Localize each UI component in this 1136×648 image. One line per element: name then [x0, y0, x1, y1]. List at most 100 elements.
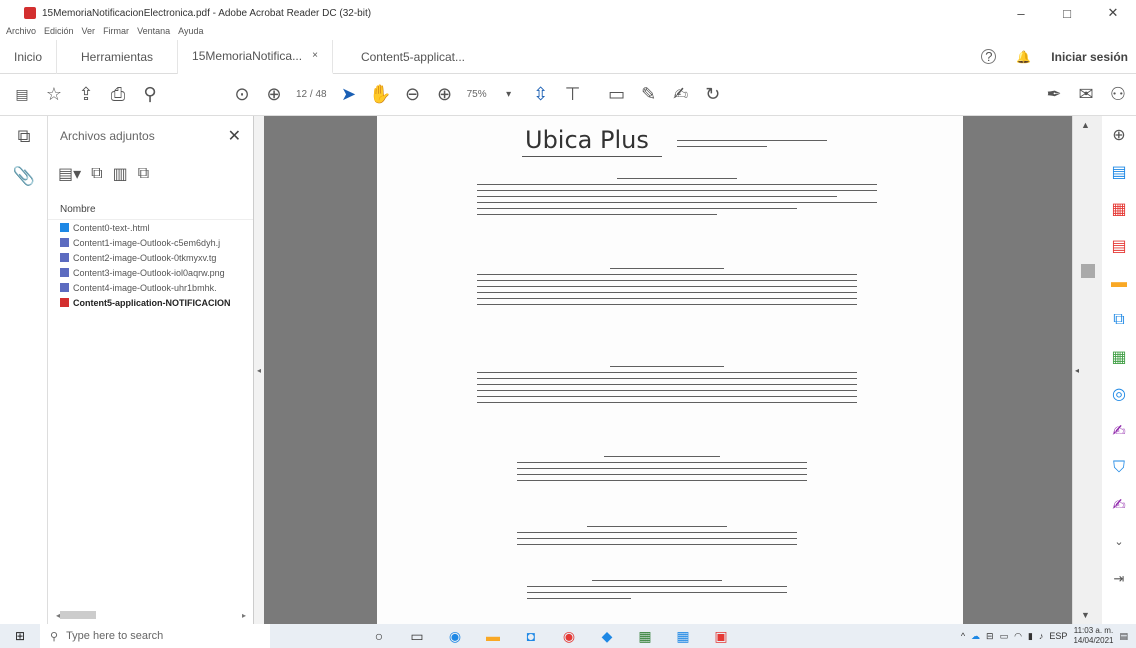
upload-cloud-icon[interactable]: ⇪ [70, 79, 102, 111]
onedrive-icon[interactable]: ☁ [971, 631, 980, 642]
windows-start-icon[interactable]: ⊞ [0, 629, 40, 643]
tab-tools[interactable]: Herramientas [57, 39, 179, 74]
fit-page-icon[interactable]: ⇳ [525, 79, 557, 111]
menu-archivo[interactable]: Archivo [6, 26, 36, 40]
app-shield-icon[interactable]: ◉ [550, 624, 588, 648]
pen-icon[interactable]: ✎ [633, 79, 665, 111]
expand-right-panel-icon[interactable]: ◂ [1075, 366, 1079, 375]
fill-sign-icon[interactable]: ✍ [1102, 412, 1136, 449]
page-down-icon[interactable]: ⊕ [258, 79, 290, 111]
panel-horizontal-scrollbar[interactable]: ◂ ▸ [56, 610, 246, 620]
select-cursor-icon[interactable]: ➤ [333, 79, 365, 111]
cortana-icon[interactable]: ○ [360, 624, 398, 648]
organize-pages-icon[interactable]: ▦ [1102, 190, 1136, 227]
zoom-in-icon[interactable]: ⊕ [429, 79, 461, 111]
request-signature-icon[interactable]: ✍ [1102, 486, 1136, 523]
task-view-icon[interactable]: ▭ [398, 624, 436, 648]
attachment-item[interactable]: Content2-image-Outlook-0tkmyxv.tg [48, 250, 253, 265]
tab-content5-label: Content5-applicat... [360, 49, 465, 64]
menu-firmar[interactable]: Firmar [103, 26, 129, 40]
excel-icon[interactable]: ▦ [626, 624, 664, 648]
more-tools-chevron-icon[interactable]: ⌄ [1102, 523, 1136, 560]
zoom-level[interactable]: 75% [461, 89, 493, 100]
email-icon[interactable]: ✉ [1070, 79, 1102, 111]
tray-volume-icon[interactable]: ♪ [1039, 631, 1044, 641]
page-thumbnails-icon[interactable]: ⧉ [0, 116, 48, 156]
edge-icon[interactable]: ◉ [436, 624, 474, 648]
attachment-item[interactable]: Content4-image-Outlook-uhr1bmhk. [48, 280, 253, 295]
page-up-icon[interactable]: ⊙ [226, 79, 258, 111]
menu-edicion[interactable]: Edición [44, 26, 74, 40]
protect-icon[interactable]: ⛉ [1102, 449, 1136, 486]
file-explorer-icon[interactable]: ▬ [474, 624, 512, 648]
keyboard-language[interactable]: ESP [1049, 631, 1067, 641]
vertical-scroll-thumb[interactable] [1081, 264, 1095, 278]
close-tab-icon[interactable]: × [312, 50, 318, 61]
tab-content5[interactable]: Content5-applicat... [333, 40, 493, 74]
compress-pdf-icon[interactable]: ▦ [1102, 338, 1136, 375]
add-attachment-icon[interactable]: ⧉ [138, 165, 149, 183]
tray-battery-icon[interactable]: ▮ [1028, 631, 1033, 642]
zoom-search-icon[interactable]: ⊕ [1102, 116, 1136, 153]
export-pdf-icon[interactable]: ▤ [1102, 153, 1136, 190]
app-blue-icon[interactable]: ◆ [588, 624, 626, 648]
attachment-item[interactable]: Content1-image-Outlook-c5em6dyh.j [48, 235, 253, 250]
bookmark-star-icon[interactable]: ☆ [38, 79, 70, 111]
store-icon[interactable]: ◘ [512, 624, 550, 648]
attachment-item[interactable]: Content5-application-NOTIFICACION [48, 295, 253, 310]
close-panel-icon[interactable]: ✕ [228, 126, 241, 146]
word-icon[interactable]: ▦ [664, 624, 702, 648]
signin-button[interactable]: Iniciar sesión [1051, 50, 1128, 64]
scroll-mode-icon[interactable]: ⊤ [557, 79, 589, 111]
maximize-button[interactable]: □ [1044, 0, 1090, 26]
search-icon[interactable]: ⚲ [134, 79, 166, 111]
notifications-icon[interactable]: ▤ [1119, 631, 1128, 642]
tab-document-active[interactable]: 15MemoriaNotifica... × [178, 39, 333, 74]
comment-tool-icon[interactable]: ▬ [1102, 264, 1136, 301]
close-window-button[interactable]: ✕ [1090, 0, 1136, 26]
minimize-button[interactable]: – [998, 0, 1044, 26]
document-viewer[interactable]: Ubica Plus [264, 116, 1072, 624]
tray-network-icon[interactable]: ⊟ [986, 631, 994, 642]
scroll-thumb[interactable] [60, 611, 97, 619]
zoom-out-icon[interactable]: ⊖ [397, 79, 429, 111]
scroll-right-icon[interactable]: ▸ [242, 611, 246, 620]
attachments-paperclip-icon[interactable]: 📎 [0, 156, 48, 196]
combine-files-icon[interactable]: ⧉ [1102, 301, 1136, 338]
acrobat-taskbar-icon[interactable]: ▣ [702, 624, 740, 648]
scan-icon[interactable]: ◎ [1102, 375, 1136, 412]
create-pdf-tool-icon[interactable]: ▤ [1102, 227, 1136, 264]
name-column-header[interactable]: Nombre [48, 204, 253, 220]
taskbar-clock[interactable]: 11:03 a. m. 14/04/2021 [1073, 626, 1113, 646]
panel-collapse-handle[interactable]: ◂ [254, 116, 264, 624]
bell-icon[interactable]: 🔔 [1016, 50, 1031, 64]
hand-tool-icon[interactable]: ✋ [365, 79, 397, 111]
help-icon[interactable]: ? [981, 49, 997, 64]
collapse-rail-icon[interactable]: ⇥ [1102, 560, 1136, 597]
scroll-down-icon[interactable]: ▼ [1081, 610, 1090, 620]
user-share-icon[interactable]: ⚇ [1102, 79, 1134, 111]
create-pdf-icon[interactable]: ▤ [6, 79, 38, 111]
edit-sign-icon[interactable]: ✒ [1038, 79, 1070, 111]
scroll-up-icon[interactable]: ▲ [1081, 120, 1090, 130]
taskbar-search-box[interactable]: ⚲ Type here to search [40, 624, 270, 648]
tray-wifi-icon[interactable]: ◠ [1014, 631, 1022, 642]
menu-ayuda[interactable]: Ayuda [178, 26, 203, 40]
tab-home[interactable]: Inicio [0, 39, 58, 74]
tray-display-icon[interactable]: ▭ [1000, 631, 1009, 642]
zoom-dropdown-icon[interactable]: ▾ [493, 79, 525, 111]
tray-expand-icon[interactable]: ^ [961, 631, 965, 641]
comment-icon[interactable]: ▭ [601, 79, 633, 111]
save-attachment-icon[interactable]: ▥ [113, 164, 128, 184]
attachment-item[interactable]: Content3-image-Outlook-iol0aqrw.png [48, 265, 253, 280]
print-icon[interactable]: ⎙ [102, 79, 134, 111]
sign-icon[interactable]: ✍ [665, 79, 697, 111]
attachment-item[interactable]: Content0-text-.html [48, 220, 253, 235]
options-menu-icon[interactable]: ▤▾ [58, 164, 81, 184]
document-vertical-scrollbar[interactable]: ▲ ◂ ▼ [1072, 116, 1102, 624]
menu-ver[interactable]: Ver [82, 26, 96, 40]
share-icon[interactable]: ↻ [697, 79, 729, 111]
menu-ventana[interactable]: Ventana [137, 26, 170, 40]
page-indicator[interactable]: 12 / 48 [290, 89, 333, 100]
open-attachment-icon[interactable]: ⧉ [91, 165, 102, 183]
